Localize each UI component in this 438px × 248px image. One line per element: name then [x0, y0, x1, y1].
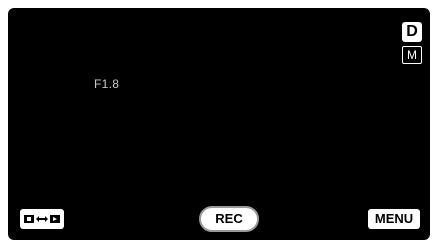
d-mode-badge: D — [402, 22, 422, 42]
mode-switch-button[interactable] — [20, 209, 64, 229]
rec-button[interactable]: REC — [199, 206, 259, 232]
camera-video-switch-icon — [23, 212, 61, 226]
camera-screen: F1.8 D M REC MENU — [8, 8, 430, 240]
menu-button[interactable]: MENU — [368, 209, 420, 229]
manual-mode-badge: M — [402, 46, 422, 64]
aperture-readout: F1.8 — [94, 77, 120, 91]
manual-mode-label: M — [407, 47, 417, 63]
